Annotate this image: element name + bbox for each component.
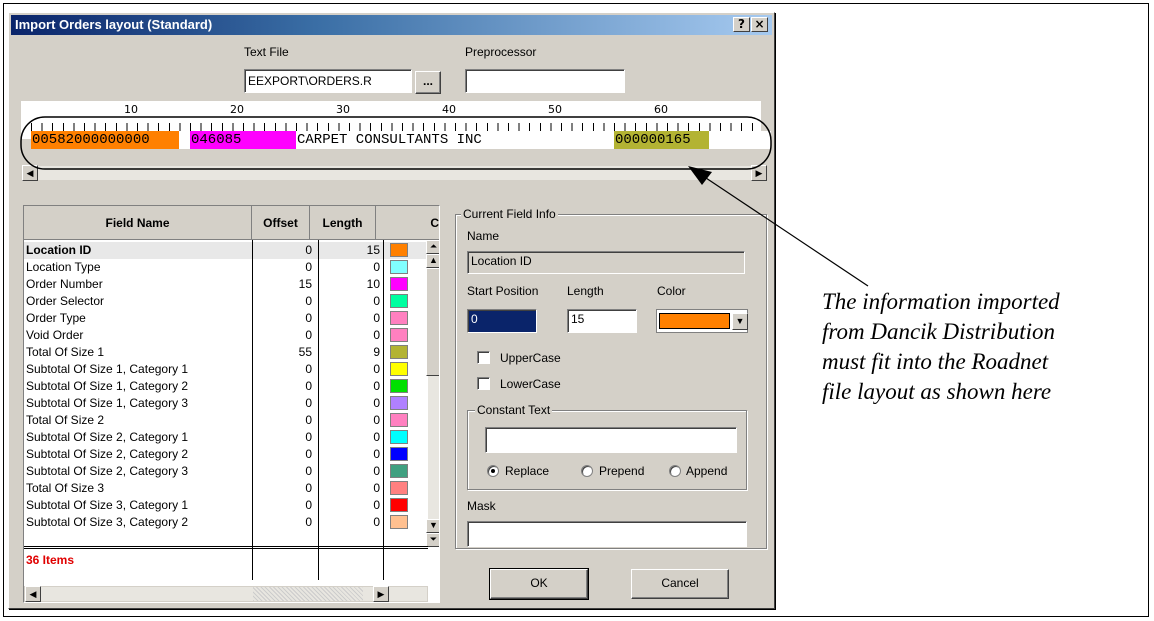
annotation-text: The information imported from Dancik Dis… (822, 287, 1142, 407)
highlight-ellipse (20, 116, 772, 170)
annotation-line: must fit into the Roadnet (822, 349, 1049, 374)
annotation-line: from Dancik Distribution (822, 319, 1055, 344)
callout-arrow-line (705, 177, 869, 287)
annotation-line: The information imported (822, 289, 1060, 314)
annotation-line: file layout as shown here (822, 379, 1052, 404)
